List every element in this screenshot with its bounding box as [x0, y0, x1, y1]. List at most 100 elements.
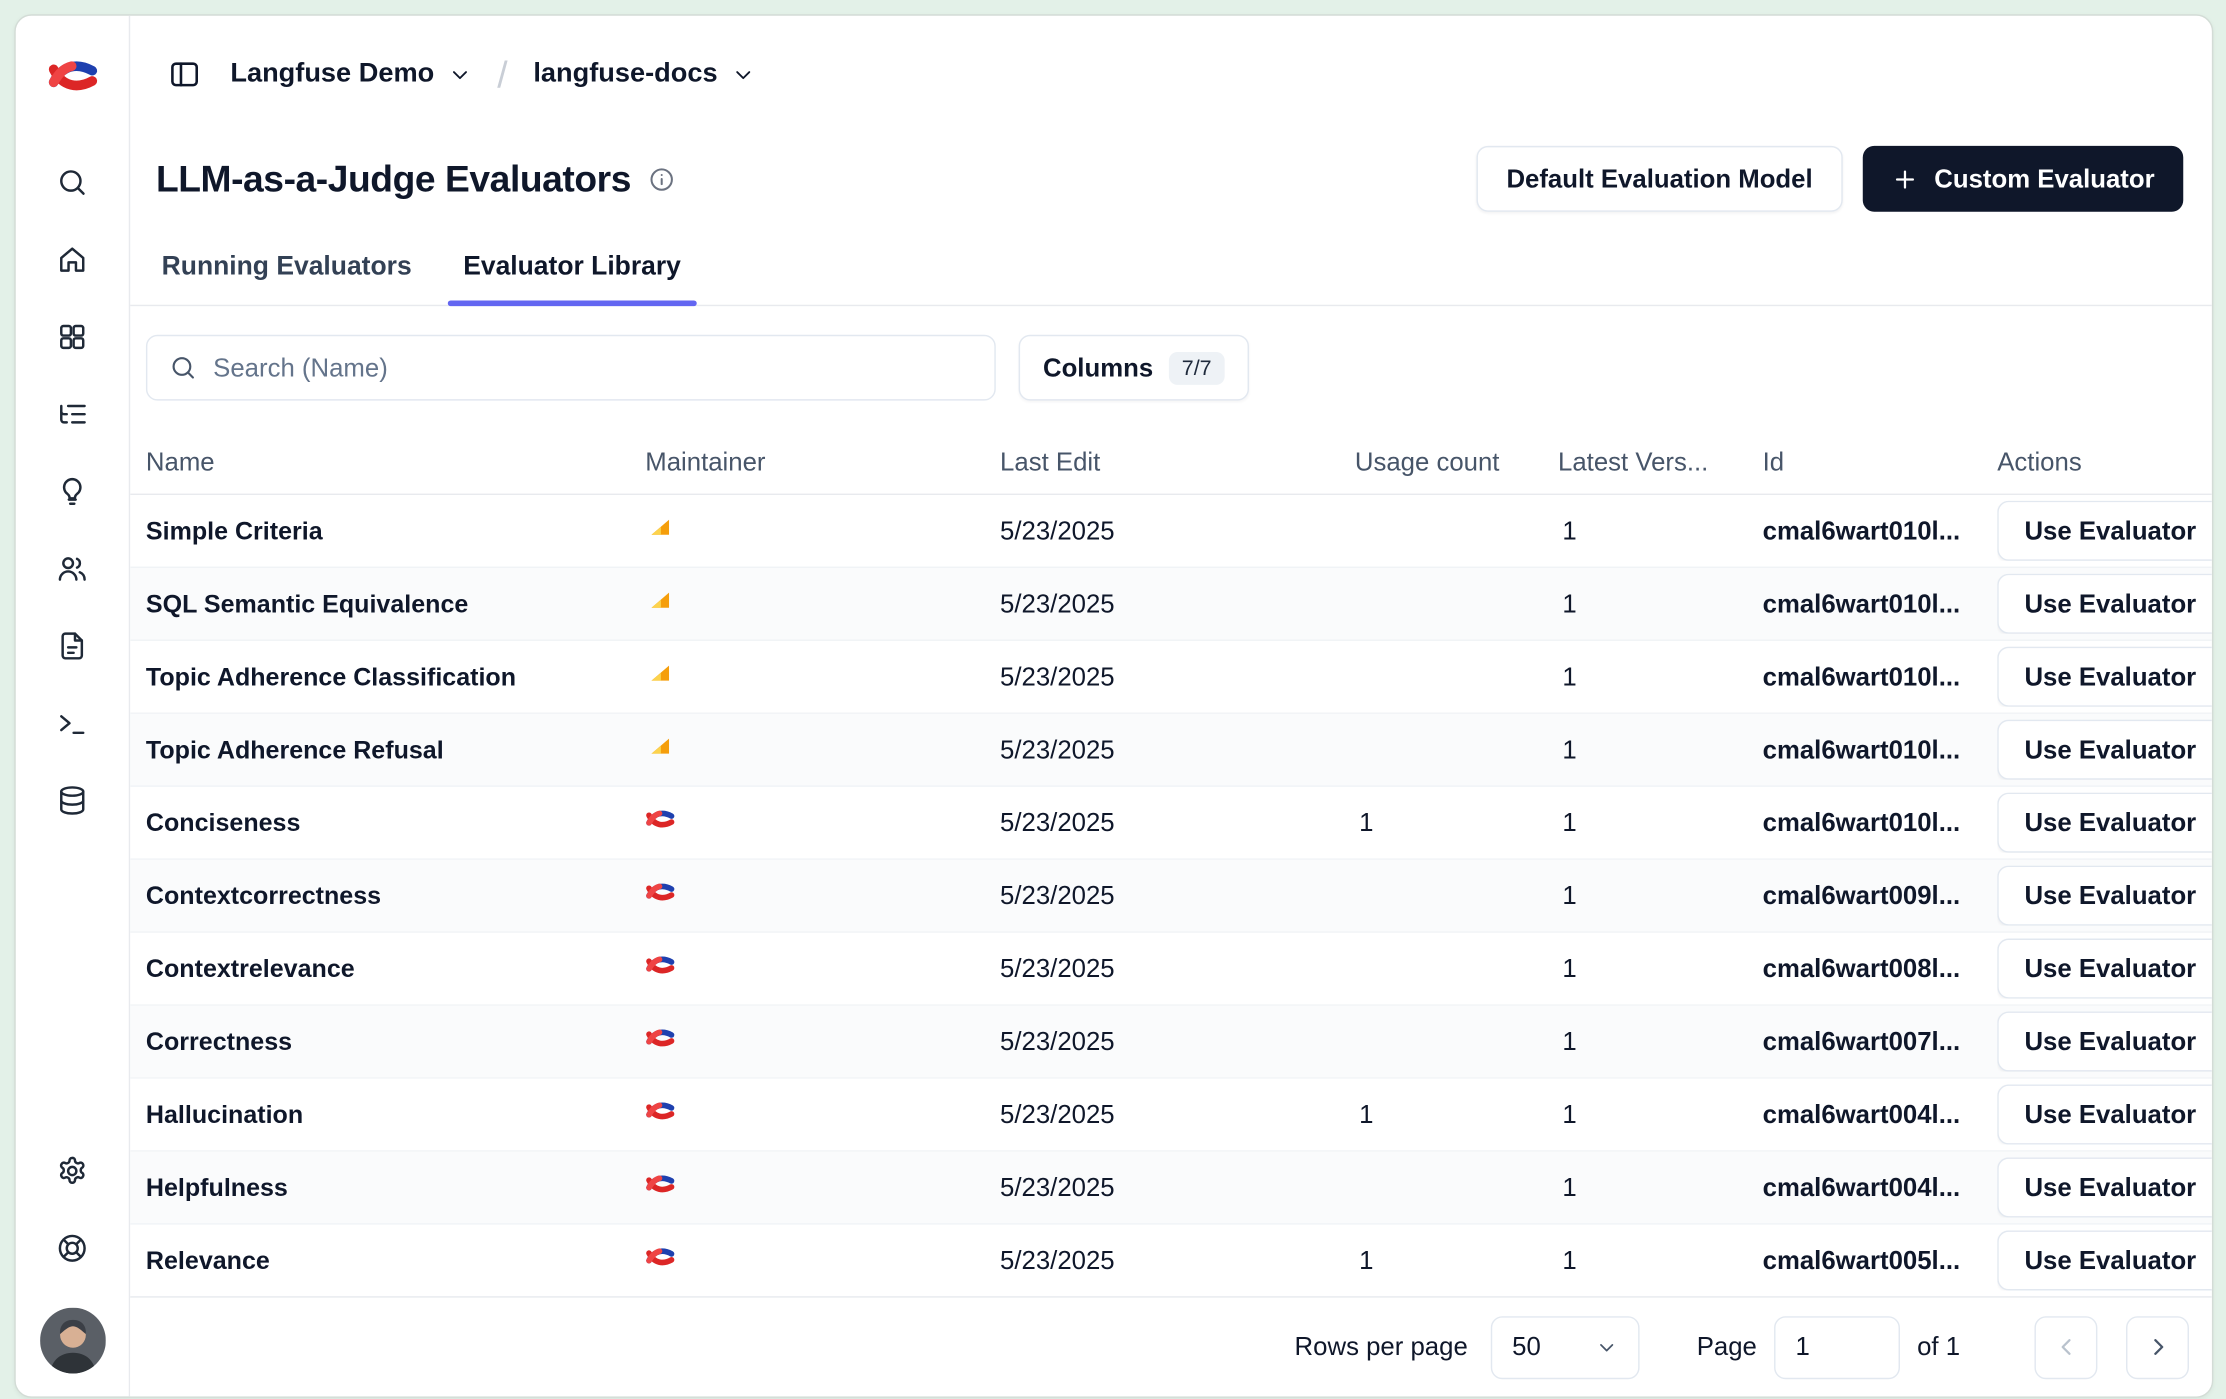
org-switcher[interactable]: Langfuse Demo: [219, 50, 483, 99]
default-evaluation-model-button[interactable]: Default Evaluation Model: [1476, 146, 1842, 212]
users-icon: [56, 552, 89, 585]
table-body: Simple Criteria 5/23/2025 1 cmal6wart010…: [130, 495, 2212, 1296]
chevron-down-icon: [447, 62, 471, 86]
sidebar-item-datasets[interactable]: [44, 771, 101, 828]
ragas-maintainer-icon: [645, 731, 675, 761]
sidebar-item-settings[interactable]: [44, 1142, 101, 1199]
columns-button[interactable]: Columns 7/7: [1019, 335, 1249, 401]
ragas-logo-icon: [645, 731, 675, 761]
evaluator-id-cell: cmal6wart010l...: [1763, 589, 1998, 619]
rows-per-page-value: 50: [1512, 1332, 1541, 1362]
user-avatar[interactable]: [39, 1308, 105, 1374]
maintainer-cell: [645, 658, 1000, 695]
project-name: langfuse-docs: [533, 59, 717, 90]
actions-cell: Use Evaluator: [1997, 1230, 2212, 1290]
sidebar-item-evaluation[interactable]: [44, 462, 101, 519]
tab-running-evaluators[interactable]: Running Evaluators: [156, 233, 417, 305]
pager: [2034, 1316, 2189, 1379]
last-edit-cell: 5/23/2025: [1000, 808, 1355, 838]
maintainer-cell: [645, 1169, 1000, 1206]
table-row[interactable]: Topic Adherence Refusal 5/23/2025 1 cmal…: [130, 714, 2212, 787]
sidebar-item-dashboards[interactable]: [44, 308, 101, 365]
header-last-edit: Last Edit: [1000, 448, 1355, 478]
langfuse-logo-icon: [645, 1096, 675, 1126]
evaluator-name: SQL Semantic Equivalence: [146, 589, 645, 619]
dashboard-grid-icon: [56, 320, 89, 353]
project-switcher[interactable]: langfuse-docs: [522, 50, 766, 99]
table-row[interactable]: Helpfulness 5/23/2025 1 cmal6wart004l...…: [130, 1152, 2212, 1225]
use-evaluator-button[interactable]: Use Evaluator: [1997, 866, 2212, 926]
table-row[interactable]: Contextcorrectness 5/23/2025 1 cmal6wart…: [130, 860, 2212, 933]
evaluator-name: Contextcorrectness: [146, 881, 645, 911]
sidebar-item-playground[interactable]: [44, 694, 101, 751]
use-evaluator-button[interactable]: Use Evaluator: [1997, 1157, 2212, 1217]
langfuse-logo-icon: [645, 1169, 675, 1199]
use-evaluator-button[interactable]: Use Evaluator: [1997, 1230, 2212, 1290]
user-avatar-photo: [39, 1308, 105, 1374]
sidebar-nav: [44, 153, 101, 828]
table-row[interactable]: Simple Criteria 5/23/2025 1 cmal6wart010…: [130, 495, 2212, 568]
search-input[interactable]: [213, 353, 973, 383]
actions-cell: Use Evaluator: [1997, 501, 2212, 561]
main-content: Langfuse Demo / langfuse-docs LLM-as-a-J…: [130, 16, 2212, 1397]
langfuse-logo-icon: [645, 804, 675, 834]
custom-evaluator-button[interactable]: Custom Evaluator: [1863, 146, 2184, 212]
langfuse-logo-icon: [645, 950, 675, 980]
use-evaluator-button[interactable]: Use Evaluator: [1997, 501, 2212, 561]
langfuse-maintainer-icon: [645, 1169, 675, 1199]
table-row[interactable]: SQL Semantic Equivalence 5/23/2025 1 cma…: [130, 568, 2212, 641]
maintainer-cell: [645, 585, 1000, 622]
table-row[interactable]: Correctness 5/23/2025 1 cmal6wart007l...…: [130, 1006, 2212, 1079]
next-page-button[interactable]: [2126, 1316, 2189, 1379]
use-evaluator-button[interactable]: Use Evaluator: [1997, 1012, 2212, 1072]
list-tree-icon: [56, 397, 89, 430]
latest-version-cell: 1: [1558, 662, 1763, 692]
rows-per-page-select[interactable]: 50: [1491, 1316, 1640, 1379]
header-usage-count: Usage count: [1355, 448, 1558, 478]
sidebar-item-support[interactable]: [44, 1219, 101, 1276]
table-row[interactable]: Contextrelevance 5/23/2025 1 cmal6wart00…: [130, 933, 2212, 1006]
sidebar-toggle-button[interactable]: [159, 49, 211, 101]
last-edit-cell: 5/23/2025: [1000, 589, 1355, 619]
langfuse-logo-icon: [645, 1023, 675, 1053]
langfuse-logo-icon: [645, 1242, 675, 1272]
table-row[interactable]: Hallucination 5/23/2025 1 1 cmal6wart004…: [130, 1079, 2212, 1152]
langfuse-logo[interactable]: [46, 50, 98, 102]
use-evaluator-button[interactable]: Use Evaluator: [1997, 939, 2212, 999]
sidebar-item-tracing[interactable]: [44, 385, 101, 442]
actions-cell: Use Evaluator: [1997, 939, 2212, 999]
langfuse-maintainer-icon: [645, 804, 675, 834]
page-number-input[interactable]: [1774, 1316, 1900, 1379]
table-row[interactable]: Topic Adherence Classification 5/23/2025…: [130, 641, 2212, 714]
page-info-button[interactable]: [648, 165, 675, 192]
tab-evaluator-library[interactable]: Evaluator Library: [457, 233, 686, 305]
maintainer-cell: [645, 731, 1000, 768]
sidebar-item-home[interactable]: [44, 230, 101, 287]
langfuse-maintainer-icon: [645, 950, 675, 980]
evaluator-id-cell: cmal6wart010l...: [1763, 808, 1998, 838]
plus-icon: [1891, 165, 1918, 192]
table-row[interactable]: Conciseness 5/23/2025 1 1 cmal6wart010l.…: [130, 787, 2212, 860]
maintainer-cell: [645, 804, 1000, 841]
use-evaluator-button[interactable]: Use Evaluator: [1997, 793, 2212, 853]
use-evaluator-button[interactable]: Use Evaluator: [1997, 720, 2212, 780]
use-evaluator-button[interactable]: Use Evaluator: [1997, 1084, 2212, 1144]
table-row[interactable]: Relevance 5/23/2025 1 1 cmal6wart005l...…: [130, 1225, 2212, 1297]
app-window: Langfuse Demo / langfuse-docs LLM-as-a-J…: [14, 14, 2213, 1397]
use-evaluator-button[interactable]: Use Evaluator: [1997, 574, 2212, 634]
ragas-logo-icon: [645, 512, 675, 542]
sidebar-item-search[interactable]: [44, 153, 101, 210]
langfuse-logo-icon: [46, 50, 98, 102]
previous-page-button[interactable]: [2034, 1316, 2097, 1379]
latest-version-cell: 1: [1558, 1172, 1763, 1202]
screen: Langfuse Demo / langfuse-docs LLM-as-a-J…: [0, 0, 2226, 1399]
last-edit-cell: 5/23/2025: [1000, 1172, 1355, 1202]
use-evaluator-button[interactable]: Use Evaluator: [1997, 647, 2212, 707]
evaluator-name: Correctness: [146, 1027, 645, 1057]
header-actions: Actions: [1997, 448, 2212, 478]
sidebar-item-users[interactable]: [44, 539, 101, 596]
tab-bar: Running Evaluators Evaluator Library: [130, 225, 2212, 307]
sidebar-item-prompts[interactable]: [44, 617, 101, 674]
maintainer-cell: [645, 512, 1000, 549]
maintainer-cell: [645, 877, 1000, 914]
